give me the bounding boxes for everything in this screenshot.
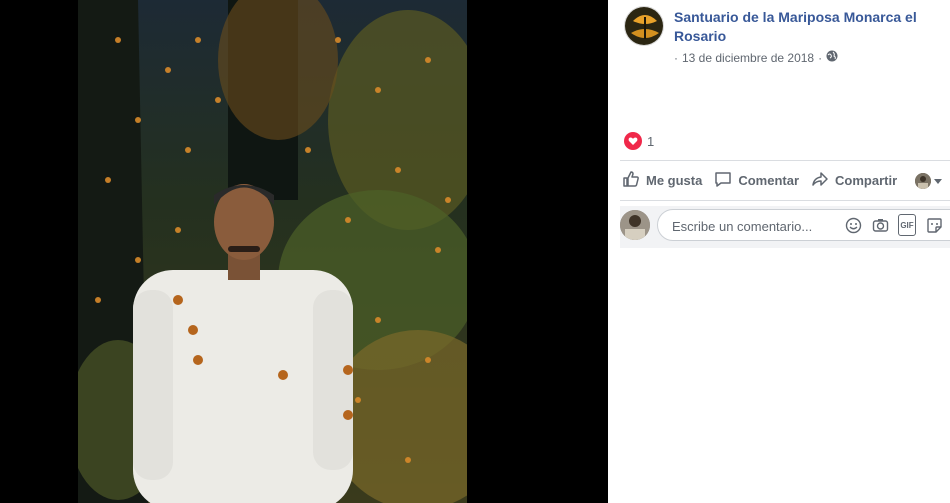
emoji-icon[interactable] bbox=[844, 216, 862, 234]
post-actions: Me gusta Comentar Compartir bbox=[622, 170, 950, 191]
share-arrow-icon bbox=[811, 170, 829, 191]
comment-icon bbox=[714, 170, 732, 191]
post-date[interactable]: 13 de diciembre de 2018 bbox=[682, 51, 814, 65]
sticker-icon[interactable] bbox=[925, 216, 943, 234]
share-button[interactable]: Compartir bbox=[811, 170, 897, 191]
comment-composer: GIF bbox=[620, 206, 950, 248]
like-button[interactable]: Me gusta bbox=[622, 170, 702, 191]
page-avatar[interactable] bbox=[624, 6, 664, 46]
reaction-count: 1 bbox=[647, 133, 655, 149]
post-photo[interactable] bbox=[78, 0, 467, 503]
user-avatar[interactable] bbox=[620, 210, 650, 240]
photo-viewer bbox=[0, 0, 608, 503]
gif-icon[interactable]: GIF bbox=[898, 214, 916, 236]
meta-separator: · bbox=[674, 50, 678, 65]
like-label: Me gusta bbox=[646, 173, 703, 188]
divider bbox=[620, 200, 950, 201]
page-name-link[interactable]: Santuario de la Mariposa Monarca el Rosa… bbox=[674, 8, 936, 46]
share-label: Compartir bbox=[835, 173, 898, 188]
reactions-summary[interactable]: 1 bbox=[624, 132, 654, 150]
globe-icon[interactable] bbox=[826, 50, 838, 65]
post-as-selector[interactable] bbox=[915, 172, 943, 189]
comment-input[interactable] bbox=[670, 210, 834, 242]
comment-box: GIF bbox=[657, 209, 950, 242]
comment-label: Comentar bbox=[738, 173, 800, 188]
comment-button[interactable]: Comentar bbox=[714, 170, 799, 191]
post-sidebar: Santuario de la Mariposa Monarca el Rosa… bbox=[608, 0, 950, 503]
post-meta: · 13 de diciembre de 2018 · bbox=[674, 50, 838, 65]
camera-icon[interactable] bbox=[871, 216, 889, 234]
thumbs-up-icon bbox=[622, 170, 640, 191]
love-reaction-icon bbox=[624, 132, 642, 150]
caret-down-icon bbox=[934, 173, 943, 188]
profile-avatar-small bbox=[915, 172, 932, 189]
comment-tools: GIF bbox=[844, 214, 943, 236]
divider bbox=[620, 160, 950, 161]
meta-separator-2: · bbox=[818, 50, 823, 65]
